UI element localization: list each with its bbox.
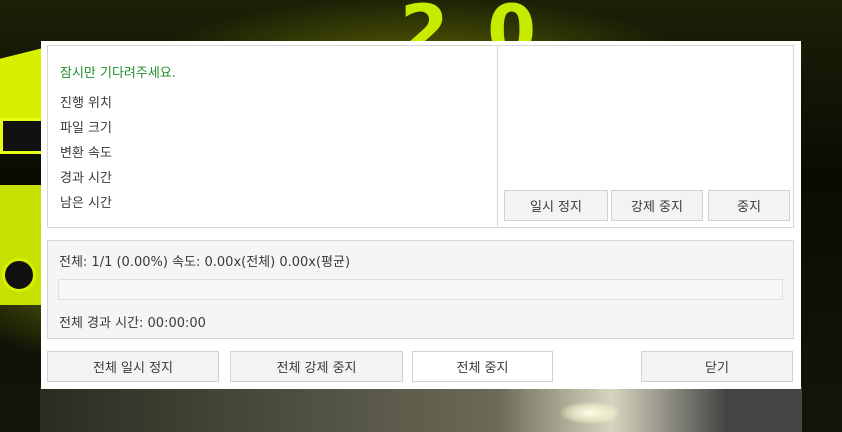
conversion-speed-label: 변환 속도 [60, 146, 112, 161]
stop-all-button[interactable]: 전체 중지 [412, 351, 553, 382]
total-progress-panel: 전체: 1/1 (0.00%) 속도: 0.00x(전체) 0.00x(평균) … [47, 240, 794, 339]
progress-position-label: 진행 위치 [60, 96, 112, 111]
force-stop-button[interactable]: 강제 중지 [611, 190, 703, 221]
background-light [560, 402, 620, 424]
wait-message: 잠시만 기다려주세요. [60, 66, 176, 81]
remaining-time-label: 남은 시간 [60, 196, 112, 211]
total-status-text: 전체: 1/1 (0.00%) 속도: 0.00x(전체) 0.00x(평균) [59, 255, 351, 270]
elapsed-time-label: 경과 시간 [60, 171, 112, 186]
stop-button[interactable]: 중지 [708, 190, 790, 221]
file-size-label: 파일 크기 [60, 121, 112, 136]
close-button[interactable]: 닫기 [641, 351, 793, 382]
total-progress-bar [58, 279, 783, 300]
background-shape [2, 258, 36, 292]
file-control-panel: 일시 정지 강제 중지 중지 [497, 45, 794, 228]
force-stop-all-button[interactable]: 전체 강제 중지 [230, 351, 403, 382]
pause-all-button[interactable]: 전체 일시 정지 [47, 351, 219, 382]
total-elapsed-time: 전체 경과 시간: 00:00:00 [59, 316, 206, 331]
background-floor [40, 387, 802, 432]
file-info-panel: 잠시만 기다려주세요. 진행 위치 파일 크기 변환 속도 경과 시간 남은 시… [47, 45, 498, 228]
conversion-progress-dialog: 잠시만 기다려주세요. 진행 위치 파일 크기 변환 속도 경과 시간 남은 시… [41, 41, 801, 389]
pause-button[interactable]: 일시 정지 [504, 190, 608, 221]
